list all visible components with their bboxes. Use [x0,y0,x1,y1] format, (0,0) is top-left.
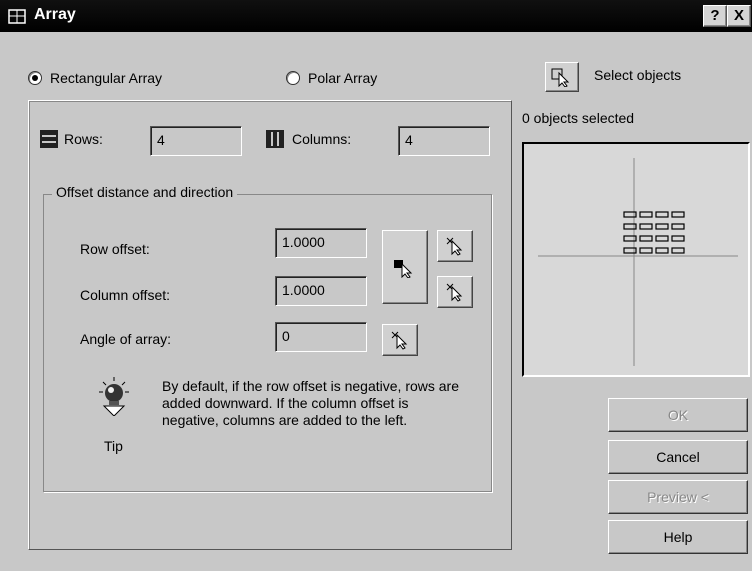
tip-lightbulb-icon [99,377,129,416]
pick-angle-button[interactable] [382,324,418,356]
row-offset-input[interactable]: 1.0000 [275,228,367,258]
pick-column-offset-button[interactable] [437,276,473,308]
column-offset-label: Column offset: [80,287,171,303]
preview-button[interactable]: Preview < [608,480,748,514]
select-objects-label: Select objects [594,67,682,83]
pick-column-offset-icon [446,283,463,302]
select-objects-button[interactable] [545,62,579,92]
pick-both-offsets-icon [394,260,413,278]
preview-graphic [538,158,738,366]
rows-input[interactable]: 4 [150,126,242,156]
offset-group-title: Offset distance and direction [52,184,238,200]
cancel-button[interactable]: Cancel [608,440,748,474]
pick-both-offsets-button[interactable] [382,230,428,304]
tip-text: By default, if the row offset is negativ… [162,378,460,428]
pick-angle-icon [391,331,408,350]
array-preview [522,142,750,377]
selection-count: 0 objects selected [522,110,635,126]
window-title: Array [34,6,76,23]
angle-label: Angle of array: [80,331,172,347]
rows-icon [40,130,58,148]
pick-row-offset-button[interactable] [437,230,473,262]
pick-row-offset-icon [446,237,463,256]
ok-button[interactable]: OK [608,398,748,432]
rows-label: Rows: [64,131,103,147]
array-dialog: Array ? X Rectangular Array Polar Array … [0,0,752,571]
columns-label: Columns: [292,131,352,147]
columns-input[interactable]: 4 [398,126,490,156]
select-objects-icon [551,68,570,87]
help-title-button[interactable]: ? [703,5,727,27]
radio-indicator [286,71,300,85]
column-offset-input[interactable]: 1.0000 [275,276,367,306]
array-icon [8,9,26,24]
angle-input[interactable]: 0 [275,322,367,352]
rectangular-array-label: Rectangular Array [50,70,163,86]
row-offset-label: Row offset: [80,241,150,257]
tip-label: Tip [104,438,123,454]
columns-icon [266,130,284,148]
radio-indicator [28,71,42,85]
title-bar: Array ? X [0,0,752,32]
polar-array-radio[interactable]: Polar Array [286,70,377,86]
help-button[interactable]: Help [608,520,748,554]
close-button[interactable]: X [727,5,751,27]
rectangular-array-radio[interactable]: Rectangular Array [28,70,162,86]
polar-array-label: Polar Array [308,70,378,86]
